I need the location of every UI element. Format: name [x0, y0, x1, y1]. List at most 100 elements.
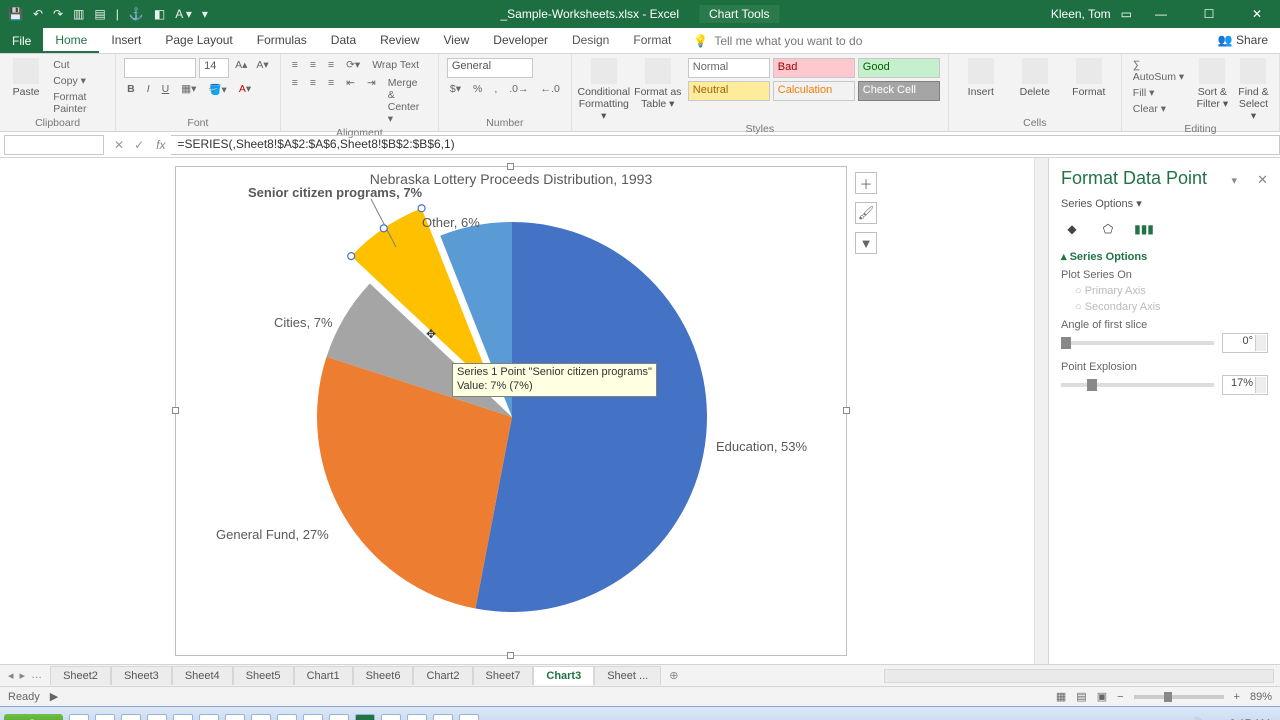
style-check-cell[interactable]: Check Cell	[858, 81, 940, 101]
qat-icon[interactable]: ▤	[94, 7, 105, 21]
explosion-value-input[interactable]: 17%	[1222, 375, 1268, 395]
user-name[interactable]: Kleen, Tom	[1051, 7, 1111, 21]
insert-cells-button[interactable]: Insert	[957, 58, 1005, 98]
new-sheet-button[interactable]: ⊕	[661, 669, 686, 682]
tell-me-search[interactable]: 💡 Tell me what you want to do	[683, 28, 862, 53]
qat-dropdown-icon[interactable]: ▾	[202, 7, 208, 21]
selection-handle[interactable]	[418, 205, 425, 212]
comma-icon[interactable]: ,	[491, 82, 500, 96]
taskbar-icon[interactable]	[407, 714, 427, 720]
inc-decimal-icon[interactable]: .0→	[506, 82, 531, 96]
dec-decimal-icon[interactable]: ←.0	[538, 82, 563, 96]
tab-data[interactable]: Data	[319, 28, 368, 53]
qat-icon[interactable]: ▥	[73, 7, 84, 21]
format-painter-button[interactable]: Format Painter	[50, 90, 107, 116]
angle-slider[interactable]	[1061, 341, 1214, 345]
style-calculation[interactable]: Calculation	[773, 81, 855, 101]
sheet-nav[interactable]: ◂▸…	[0, 669, 50, 682]
align-left-icon[interactable]: ≡	[289, 76, 301, 126]
indent-dec-icon[interactable]: ⇤	[343, 76, 358, 126]
sheet-tab[interactable]: Sheet4	[172, 666, 233, 685]
effects-icon[interactable]: ⬠	[1097, 218, 1119, 240]
pane-close-icon[interactable]: ✕	[1257, 172, 1268, 187]
anchor-icon[interactable]: ⚓	[129, 7, 144, 21]
data-label-education[interactable]: Education, 53%	[716, 439, 807, 454]
bold-button[interactable]: B	[124, 82, 138, 97]
autosum-button[interactable]: ∑ AutoSum ▾	[1130, 58, 1189, 84]
angle-value-input[interactable]: 0°	[1222, 333, 1268, 353]
sheet-tab[interactable]: Sheet3	[111, 666, 172, 685]
view-layout-icon[interactable]: ▤	[1076, 690, 1086, 703]
sort-filter-button[interactable]: Sort & Filter ▾	[1195, 58, 1230, 110]
taskbar-icon[interactable]	[433, 714, 453, 720]
zoom-in-icon[interactable]: +	[1234, 691, 1240, 703]
sheet-tab[interactable]: Chart3	[533, 666, 594, 685]
view-normal-icon[interactable]: ▦	[1056, 690, 1066, 703]
style-good[interactable]: Good	[858, 58, 940, 78]
wrap-text-button[interactable]: Wrap Text	[369, 58, 422, 72]
selection-handle[interactable]	[380, 225, 387, 232]
cut-button[interactable]: Cut	[50, 58, 107, 72]
fx-icon[interactable]: fx	[150, 138, 171, 152]
format-cells-button[interactable]: Format	[1065, 58, 1113, 98]
font-name-dropdown[interactable]	[124, 58, 196, 78]
horizontal-scrollbar[interactable]	[884, 669, 1274, 683]
align-top-icon[interactable]: ≡	[289, 58, 301, 72]
view-pagebreak-icon[interactable]: ▣	[1097, 690, 1107, 703]
align-right-icon[interactable]: ≡	[325, 76, 337, 126]
fill-button[interactable]: Fill ▾	[1130, 86, 1189, 100]
fill-line-icon[interactable]: ◆	[1061, 218, 1083, 240]
undo-icon[interactable]: ↶	[33, 7, 43, 21]
name-box[interactable]	[4, 135, 104, 155]
number-format-dropdown[interactable]: General	[447, 58, 533, 78]
find-select-button[interactable]: Find & Select ▾	[1236, 58, 1271, 122]
orientation-icon[interactable]: ⟳▾	[343, 58, 363, 72]
series-options-icon[interactable]: ▮▮▮	[1133, 218, 1155, 240]
sheet-tab[interactable]: Sheet7	[473, 666, 534, 685]
chart-filters-button[interactable]: ▼	[855, 232, 877, 254]
chart-canvas[interactable]: Nebraska Lottery Proceeds Distribution, …	[0, 158, 1034, 664]
underline-button[interactable]: U	[159, 82, 173, 97]
sheet-tab[interactable]: Sheet6	[353, 666, 414, 685]
ribbon-options-icon[interactable]: ▭	[1121, 7, 1132, 21]
macro-record-icon[interactable]: ▶	[50, 690, 58, 703]
tab-home[interactable]: Home	[43, 28, 99, 53]
fill-color-button[interactable]: 🪣▾	[205, 82, 229, 97]
italic-button[interactable]: I	[144, 82, 153, 97]
tab-view[interactable]: View	[432, 28, 482, 53]
pie-chart[interactable]	[176, 167, 848, 637]
taskbar-excel-icon[interactable]	[355, 714, 375, 720]
grow-font-icon[interactable]: A▴	[232, 58, 250, 78]
conditional-formatting-button[interactable]: Conditional Formatting ▾	[580, 58, 628, 122]
tab-design[interactable]: Design	[560, 28, 621, 53]
qat-dropdown-icon[interactable]: A ▾	[175, 7, 192, 21]
redo-icon[interactable]: ↷	[53, 7, 63, 21]
align-mid-icon[interactable]: ≡	[307, 58, 319, 72]
enter-formula-icon[interactable]: ✓	[134, 138, 144, 152]
vertical-scrollbar[interactable]	[1034, 158, 1048, 664]
copy-button[interactable]: Copy ▾	[50, 74, 107, 88]
taskbar-icon[interactable]	[95, 714, 115, 720]
delete-cells-button[interactable]: Delete	[1011, 58, 1059, 98]
indent-inc-icon[interactable]: ⇥	[364, 76, 379, 126]
formula-input[interactable]: =SERIES(,Sheet8!$A$2:$A$6,Sheet8!$B$2:$B…	[171, 135, 1280, 155]
chart-elements-button[interactable]: ＋	[855, 172, 877, 194]
resize-handle[interactable]	[507, 652, 514, 659]
tab-insert[interactable]: Insert	[99, 28, 153, 53]
sheet-tab[interactable]: Chart2	[413, 666, 472, 685]
style-neutral[interactable]: Neutral	[688, 81, 770, 101]
sheet-tab[interactable]: Chart1	[294, 666, 353, 685]
taskbar-icon[interactable]	[329, 714, 349, 720]
start-button[interactable]: ⊞Start	[4, 714, 63, 720]
font-color-button[interactable]: A▾	[236, 82, 254, 97]
data-label-cities[interactable]: Cities, 7%	[274, 315, 333, 330]
qat-icon[interactable]: ◧	[154, 7, 165, 21]
merge-center-button[interactable]: Merge & Center ▾	[385, 76, 430, 126]
cancel-formula-icon[interactable]: ✕	[114, 138, 124, 152]
clear-button[interactable]: Clear ▾	[1130, 102, 1189, 116]
tab-page-layout[interactable]: Page Layout	[153, 28, 244, 53]
sheet-tab[interactable]: Sheet5	[233, 666, 294, 685]
percent-icon[interactable]: %	[470, 82, 485, 96]
taskbar-icon[interactable]	[459, 714, 479, 720]
pane-options-icon[interactable]: ▾	[1232, 175, 1238, 187]
